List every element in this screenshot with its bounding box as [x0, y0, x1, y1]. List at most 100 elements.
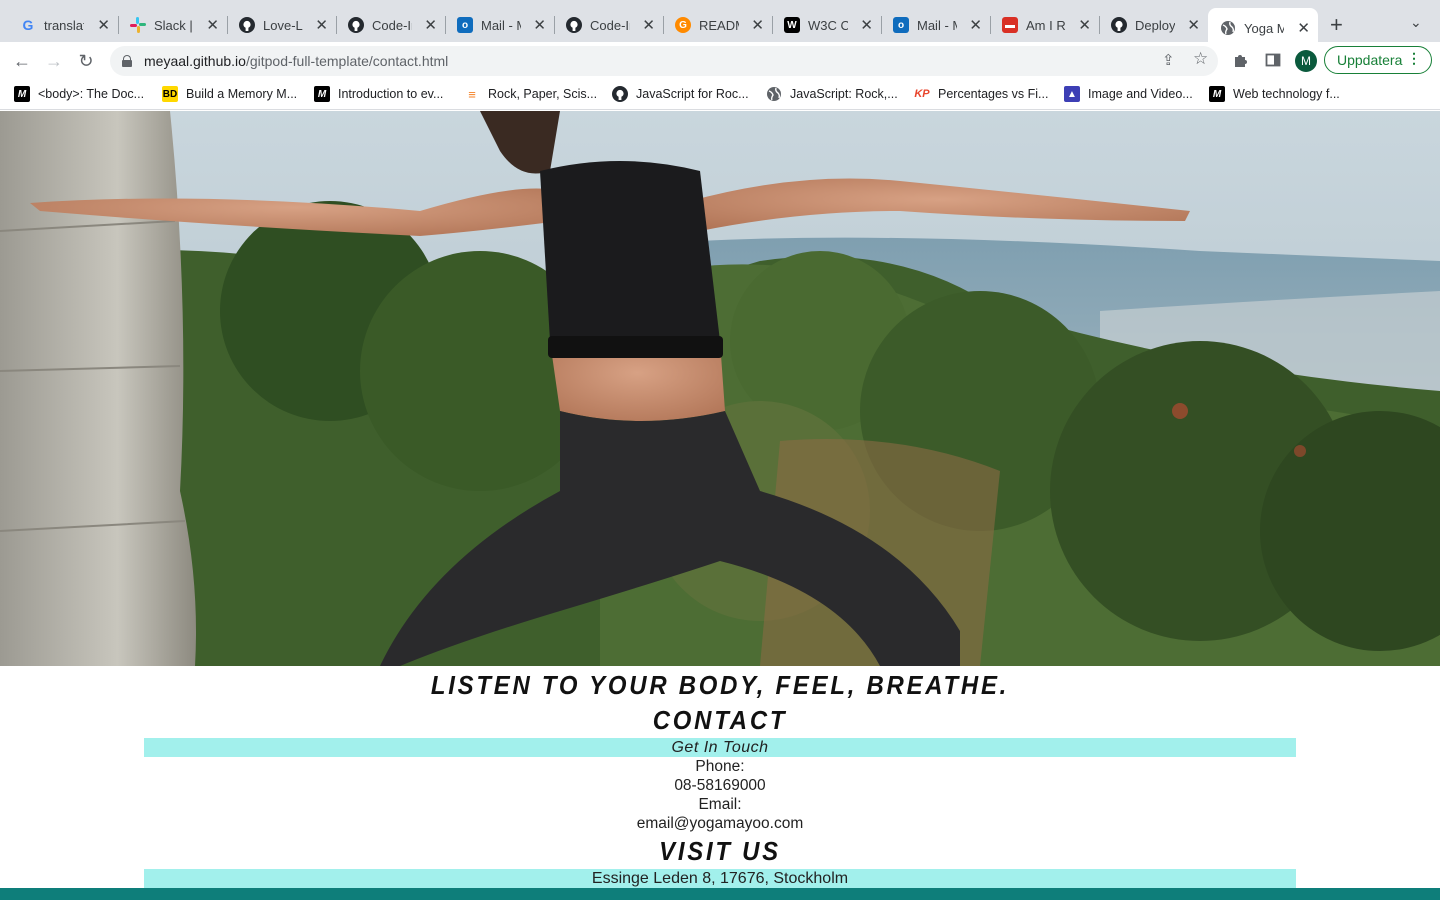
tab-title: Code-In: [590, 17, 630, 33]
tab-title: Slack | p: [154, 17, 194, 33]
chevron-down-icon[interactable]: ⌄: [1410, 14, 1422, 31]
phone-value[interactable]: 08-58169000: [0, 776, 1440, 795]
github-icon: [566, 17, 582, 33]
tab-strip: G translate ✕ Slack | p ✕ Love-Li ✕ Code…: [0, 0, 1440, 48]
more-menu-icon[interactable]: ⋮: [1407, 50, 1421, 67]
address-band: Essinge Leden 8, 17676, Stockholm: [144, 869, 1296, 888]
slack-icon: [130, 17, 146, 33]
lock-icon[interactable]: [122, 55, 132, 67]
close-icon[interactable]: ✕: [969, 18, 982, 33]
email-value[interactable]: email@yogamayoo.com: [0, 814, 1440, 833]
contact-section: LISTEN TO YOUR BODY, FEEL, BREATHE. CONT…: [0, 666, 1440, 888]
close-icon[interactable]: ✕: [315, 18, 328, 33]
tinypng-icon: ▲: [1064, 86, 1080, 102]
extensions-puzzle-icon[interactable]: [1233, 52, 1249, 73]
hero-image: [0, 111, 1440, 666]
bookmark-label: Percentages vs Fi...: [938, 87, 1049, 101]
update-button[interactable]: Uppdatera ⋮: [1324, 46, 1432, 74]
tab-love-li[interactable]: Love-Li ✕: [227, 8, 336, 42]
close-icon[interactable]: ✕: [1187, 18, 1200, 33]
bookmark-image-video[interactable]: ▲ Image and Video...: [1064, 86, 1193, 102]
close-icon[interactable]: ✕: [751, 18, 764, 33]
github-icon: [348, 17, 364, 33]
close-icon[interactable]: ✕: [206, 18, 219, 33]
url-host: meyaal.github.io: [144, 53, 246, 69]
address-bar[interactable]: meyaal.github.io/gitpod-full-template/co…: [110, 46, 1218, 76]
bookmark-js-rock[interactable]: JavaScript: Rock,...: [766, 86, 898, 102]
bookmark-rock-paper[interactable]: ≡ Rock, Paper, Scis...: [464, 86, 597, 102]
close-icon[interactable]: ✕: [1078, 18, 1091, 33]
tab-slack[interactable]: Slack | p ✕: [118, 8, 227, 42]
tab-title: Deployn: [1135, 17, 1175, 33]
bookmark-label: Web technology f...: [1233, 87, 1340, 101]
contact-heading: CONTACT: [652, 705, 788, 735]
bookmark-label: JavaScript: Rock,...: [790, 87, 898, 101]
tab-code-in-1[interactable]: Code-In ✕: [336, 8, 445, 42]
bookmark-label: Image and Video...: [1088, 87, 1193, 101]
tagline: LISTEN TO YOUR BODY, FEEL, BREATHE.: [430, 670, 1010, 700]
globe-icon: [766, 86, 782, 102]
globe-icon: [1220, 20, 1236, 36]
mdn-icon: M: [314, 86, 330, 102]
bookmark-web-tech[interactable]: M Web technology f...: [1209, 86, 1340, 102]
tab-title: Yoga M: [1244, 20, 1284, 36]
tab-mail-2[interactable]: o Mail - M ✕: [881, 8, 990, 42]
share-icon[interactable]: ⇪: [1162, 51, 1175, 69]
amiresponsive-icon: ▬: [1002, 17, 1018, 33]
bookmark-body-doc[interactable]: M <body>: The Doc...: [14, 86, 144, 102]
email-label: Email:: [698, 796, 742, 813]
tab-title: translate: [44, 17, 84, 33]
tab-title: W3C CS: [808, 17, 848, 33]
side-panel-icon[interactable]: [1265, 52, 1281, 73]
reload-icon[interactable]: ↻: [73, 48, 99, 74]
google-icon: G: [22, 17, 34, 33]
tab-title: Mail - M: [481, 17, 521, 33]
browser-toolbar: ← → ↻ meyaal.github.io/gitpod-full-templ…: [0, 42, 1440, 80]
back-arrow-icon[interactable]: ←: [9, 48, 35, 74]
mdn-icon: M: [14, 86, 30, 102]
bookmark-memory-game[interactable]: BD Build a Memory M...: [162, 86, 297, 102]
bookmark-label: <body>: The Doc...: [38, 87, 145, 101]
new-tab-icon[interactable]: +: [1330, 12, 1343, 38]
tab-title: Am I Re: [1026, 17, 1066, 33]
bookmark-label: Rock, Paper, Scis...: [488, 87, 598, 101]
tab-deployment[interactable]: Deployn ✕: [1099, 8, 1208, 42]
github-icon: [239, 17, 255, 33]
get-in-touch-band: Get In Touch: [144, 738, 1296, 757]
tab-title: READM: [699, 17, 739, 33]
bd-icon: BD: [162, 86, 178, 102]
bookmark-label: JavaScript for Roc...: [636, 87, 749, 101]
tab-translate[interactable]: G translate ✕: [8, 8, 118, 42]
close-icon[interactable]: ✕: [97, 18, 110, 33]
update-button-label: Uppdatera: [1337, 52, 1403, 68]
gitpod-icon: G: [675, 17, 691, 33]
tab-title: Love-Li: [263, 17, 303, 33]
tab-am-i-responsive[interactable]: ▬ Am I Re ✕: [990, 8, 1099, 42]
kp-icon: KP: [914, 88, 930, 100]
close-icon[interactable]: ✕: [533, 18, 546, 33]
tab-readme[interactable]: G READM ✕: [663, 8, 772, 42]
close-icon[interactable]: ✕: [1297, 21, 1310, 36]
bookmark-label: Introduction to ev...: [338, 87, 444, 101]
bookmark-intro-events[interactable]: M Introduction to ev...: [314, 86, 443, 102]
tab-w3c[interactable]: W W3C CS ✕: [772, 8, 881, 42]
w3c-icon: W: [784, 17, 800, 33]
url-path: /gitpod-full-template/contact.html: [245, 53, 449, 69]
github-icon: [1111, 17, 1127, 33]
close-icon[interactable]: ✕: [642, 18, 655, 33]
forward-arrow-icon[interactable]: →: [41, 48, 67, 74]
close-icon[interactable]: ✕: [424, 18, 437, 33]
bookmark-js-rock-github[interactable]: JavaScript for Roc...: [612, 86, 749, 102]
profile-avatar[interactable]: M: [1295, 50, 1317, 72]
github-icon: [612, 86, 628, 102]
footer: [0, 888, 1440, 900]
bookmark-label: Build a Memory M...: [186, 87, 298, 101]
bookmark-percentages[interactable]: KP Percentages vs Fi...: [914, 86, 1048, 102]
visit-heading: VISIT US: [659, 836, 781, 866]
close-icon[interactable]: ✕: [860, 18, 873, 33]
tab-mail-1[interactable]: o Mail - M ✕: [445, 8, 554, 42]
tab-code-in-2[interactable]: Code-In ✕: [554, 8, 663, 42]
url-text: meyaal.github.io/gitpod-full-template/co…: [144, 53, 448, 69]
mdn-icon: M: [1209, 86, 1225, 102]
star-icon[interactable]: ☆: [1193, 49, 1208, 69]
